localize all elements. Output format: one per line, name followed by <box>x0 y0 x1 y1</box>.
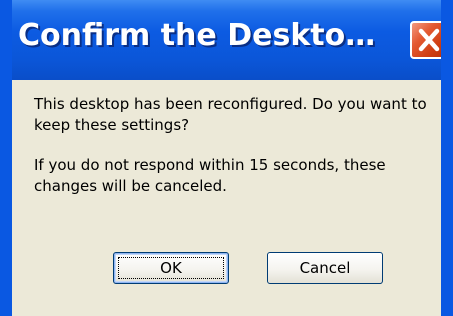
confirm-dialog-window: Confirm the Deskto… This desktop has bee… <box>0 0 453 316</box>
cancel-button-label: Cancel <box>299 259 351 277</box>
close-icon <box>418 28 440 52</box>
dialog-message-reconfigured: This desktop has been reconfigured. Do y… <box>34 95 427 134</box>
dialog-message-timeout: If you do not respond within 15 seconds,… <box>34 156 386 195</box>
ok-button-label: OK <box>160 259 182 277</box>
close-button[interactable] <box>410 21 441 59</box>
title-bar[interactable]: Confirm the Deskto… <box>12 0 441 80</box>
cancel-button[interactable]: Cancel <box>267 252 383 284</box>
ok-button[interactable]: OK <box>113 252 229 284</box>
window-title: Confirm the Deskto… <box>18 18 376 53</box>
